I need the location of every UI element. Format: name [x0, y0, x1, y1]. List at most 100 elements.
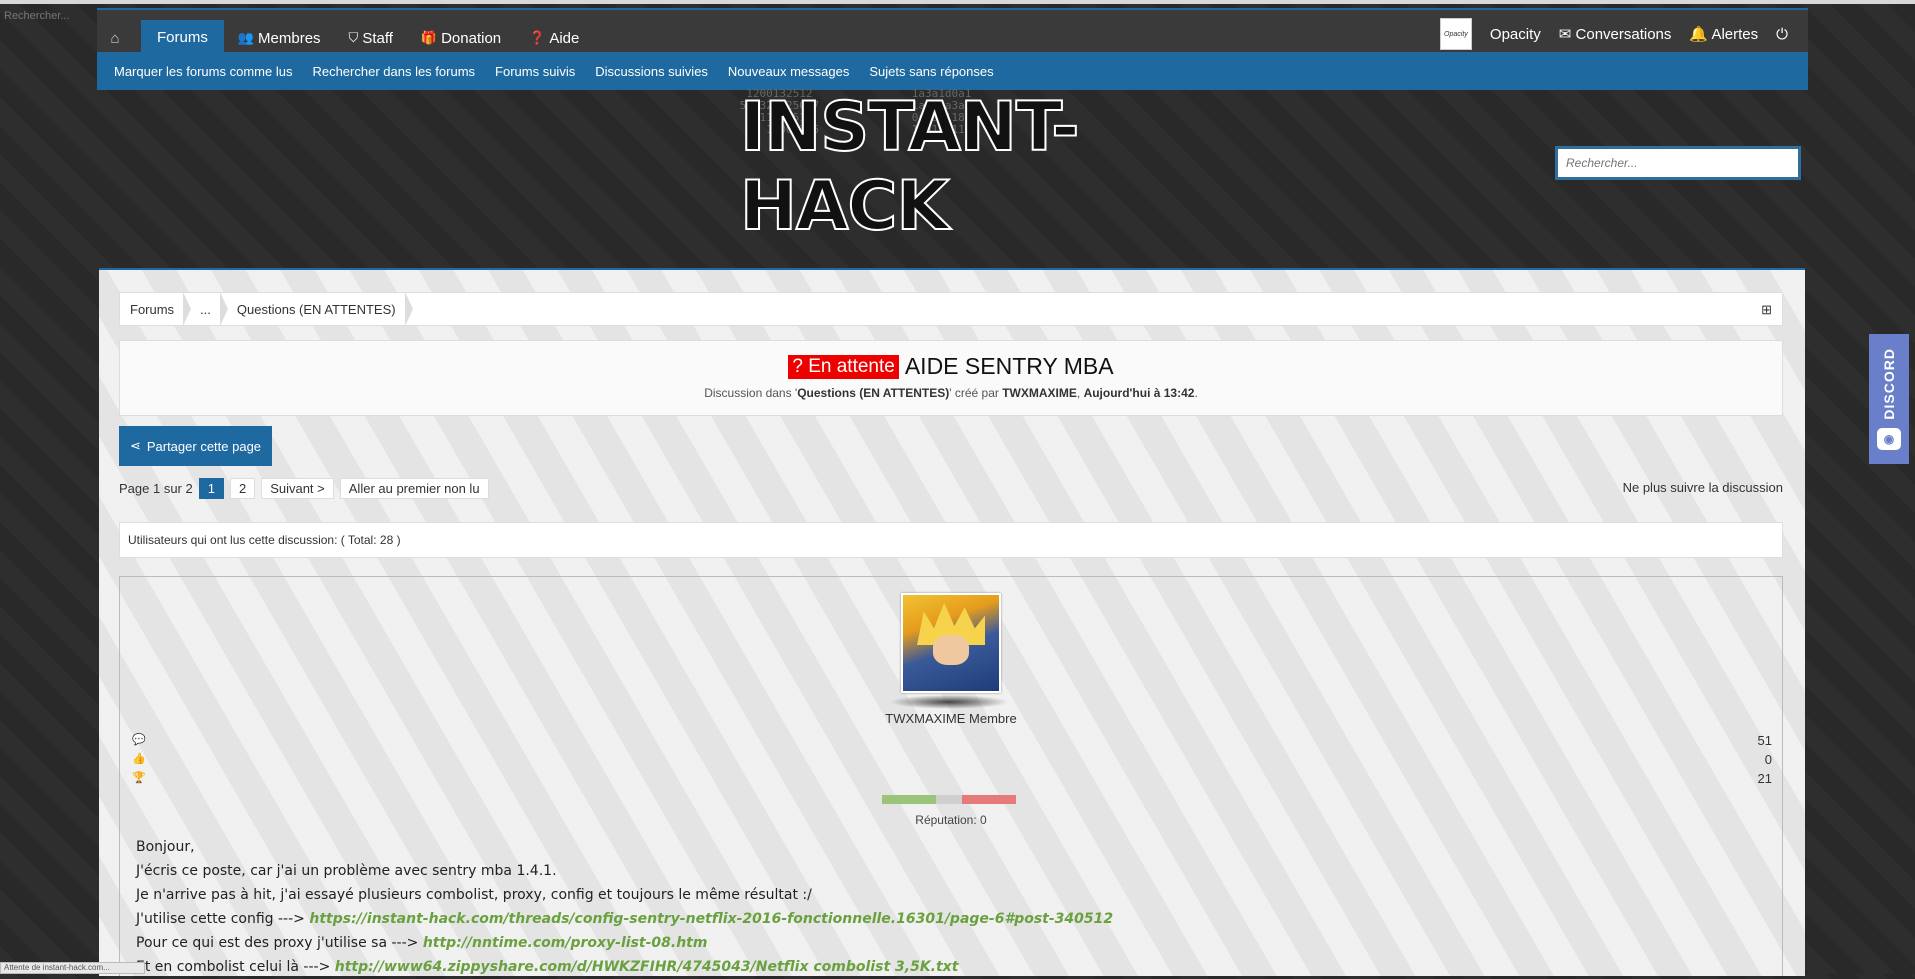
subnav-search-forums[interactable]: Rechercher dans les forums [312, 64, 475, 79]
avatar-shadow [889, 695, 1009, 709]
forums-subnav: Marquer les forums comme lus Rechercher … [97, 52, 1808, 90]
alerts-label: Alertes [1711, 26, 1759, 43]
discord-label: DISCORD [1881, 348, 1897, 420]
conversations-label: Conversations [1575, 26, 1672, 43]
meta-prefix: Discussion dans ' [704, 386, 798, 400]
members-icon: 👥 [237, 30, 255, 45]
likes-icon: 👍 [132, 753, 146, 765]
next-page-link[interactable]: Suivant > [261, 478, 334, 499]
post-line: J'écris ce poste, car j'ai un problème a… [136, 863, 557, 879]
subnav-followed-threads[interactable]: Discussions suivies [595, 64, 708, 79]
ghost-label: Rechercher... [4, 10, 70, 22]
post-body: Bonjour, J'écris ce poste, car j'ai un p… [136, 835, 1113, 979]
stat-icons: 💬 👍 🏆 [132, 731, 146, 788]
conversations-link[interactable]: ✉ Conversations [1559, 25, 1672, 43]
search-field[interactable] [1555, 146, 1801, 180]
proxy-link[interactable]: http://nntime.com/proxy-list-08.htm [423, 935, 708, 951]
post-message: TWXMAXIME Membre 💬 👍 🏆 51 0 21 Réputatio… [119, 576, 1783, 976]
page-indicator: Page 1 sur 2 [119, 481, 193, 496]
meta-mid: ' créé par [949, 386, 1003, 400]
post-author-line: TWXMAXIME Membre [120, 711, 1782, 726]
post-author-name[interactable]: TWXMAXIME [885, 711, 965, 726]
logout-icon[interactable]: ⏻ [1776, 26, 1788, 43]
browser-top-strip [0, 0, 1915, 4]
bell-icon: 🔔 [1689, 26, 1709, 43]
sitemap-icon[interactable]: ⊞ [1761, 302, 1772, 318]
nav-tab-staff[interactable]: ⛉ Staff [335, 22, 407, 54]
user-name-link[interactable]: Opacity [1490, 26, 1541, 43]
post-author-avatar[interactable] [901, 593, 1001, 693]
post-line: Et en combolist celui là ---> http://www… [136, 955, 1113, 979]
subnav-unanswered[interactable]: Sujets sans réponses [869, 64, 993, 79]
post-author-role: Membre [969, 711, 1017, 726]
thread-title: AIDE SENTRY MBA [904, 353, 1114, 379]
discord-widget-tab[interactable]: DISCORD ◉ [1869, 334, 1909, 464]
main-navbar: ⌂ Forums 👥 Membres ⛉ Staff 🎁 Donation ❓ Aide… [97, 8, 1808, 54]
messages-icon: 💬 [132, 734, 146, 746]
nav-left: ⌂ Forums 👥 Membres ⛉ Staff 🎁 Donation ❓ Aide [97, 10, 593, 54]
logo-text: INSTANT-HACK [739, 87, 1080, 247]
site-logo[interactable]: 1200132512 1a3a1d0a1 501326125017 1a3a1a… [680, 87, 1240, 247]
nav-tab-membres[interactable]: 👥 Membres [224, 22, 335, 54]
meta-author-link[interactable]: TWXMAXIME [1002, 386, 1077, 400]
first-unread-link[interactable]: Aller au premier non lu [339, 478, 489, 499]
reputation-neutral [936, 795, 962, 804]
browser-status-bar: Attente de instant-hack.com... [0, 962, 145, 974]
reputation-bar [882, 795, 1016, 804]
nav-label: Donation [441, 29, 502, 47]
envelope-icon: ✉ [1558, 26, 1572, 43]
trophies-count: 21 [1757, 771, 1772, 786]
nav-tab-donation[interactable]: 🎁 Donation [407, 22, 515, 54]
nav-label: Membres [258, 29, 321, 47]
nav-label: Aide [549, 29, 580, 47]
post-line-text: Pour ce qui est des proxy j'utilise sa -… [136, 935, 423, 951]
nav-label: Staff [362, 29, 393, 47]
meta-forum-link[interactable]: Questions (EN ATTENTES) [797, 386, 949, 400]
meta-sep: , [1076, 386, 1084, 400]
breadcrumb-questions[interactable]: Questions (EN ATTENTES) [227, 292, 413, 326]
share-label: Partager cette page [146, 438, 262, 454]
breadcrumb-ellipsis[interactable]: ... [190, 292, 228, 326]
alerts-link[interactable]: 🔔 Alertes [1689, 25, 1758, 43]
breadcrumb-forums[interactable]: Forums [120, 292, 192, 326]
unfollow-thread-link[interactable]: Ne plus suivre la discussion [1623, 480, 1783, 495]
subnav-new-posts[interactable]: Nouveaux messages [728, 64, 849, 79]
post-line-text: J'utilise cette config ---> [136, 911, 310, 927]
gift-icon: 🎁 [420, 30, 438, 45]
post-line-text: Et en combolist celui là ---> [136, 959, 335, 975]
subnav-mark-read[interactable]: Marquer les forums comme lus [114, 64, 292, 79]
share-icon: ⋖ [129, 438, 141, 453]
thread-readers-box: Utilisateurs qui ont lus cette discussio… [119, 522, 1783, 558]
avatar-face-shape [933, 635, 969, 665]
config-link[interactable]: https://instant-hack.com/threads/config-… [309, 911, 1113, 927]
home-icon[interactable]: ⌂ [97, 22, 133, 54]
reputation-label: Réputation: 0 [915, 813, 987, 827]
post-line: J'utilise cette config ---> https://inst… [136, 907, 1113, 931]
combolist-link[interactable]: http://www64.zippyshare.com/d/HWKZFIHR/4… [335, 959, 959, 975]
nav-right: Opacity Opacity ✉ Conversations 🔔 Alerte… [1439, 14, 1788, 54]
messages-count: 51 [1757, 733, 1772, 748]
trophy-icon: 🏆 [132, 772, 146, 784]
user-avatar[interactable]: Opacity [1439, 18, 1472, 50]
page-1-link[interactable]: 1 [198, 478, 224, 499]
nav-tab-aide[interactable]: ❓ Aide [515, 22, 593, 54]
help-icon: ❓ [529, 30, 546, 45]
subnav-followed-forums[interactable]: Forums suivis [495, 64, 575, 79]
search-input[interactable] [1558, 149, 1798, 177]
thread-title-box: ? En attente AIDE SENTRY MBA Discussion … [119, 340, 1783, 416]
main-content: Forums ... Questions (EN ATTENTES) ⊞ ? E… [99, 268, 1805, 976]
meta-date: Aujourd'hui à 13:42 [1083, 386, 1195, 400]
page-navigation: Page 1 sur 2 1 2 Suivant > Aller au prem… [119, 478, 489, 499]
nav-tab-forums[interactable]: Forums [141, 20, 224, 54]
page-2-link[interactable]: 2 [229, 478, 256, 499]
thread-meta: Discussion dans 'Questions (EN ATTENTES)… [120, 386, 1782, 400]
post-line: Je n'arrive pas à hit, j'ai essayé plusi… [136, 887, 812, 903]
likes-count: 0 [1764, 752, 1772, 767]
thread-title-line: ? En attente AIDE SENTRY MBA [120, 353, 1782, 380]
discord-icon: ◉ [1877, 427, 1901, 450]
reputation-positive [882, 795, 936, 804]
share-page-button[interactable]: ⋖ Partager cette page [119, 426, 272, 466]
post-line: Bonjour, [136, 839, 195, 855]
thread-prefix-badge: ? En attente [788, 354, 899, 379]
post-line: Pour ce qui est des proxy j'utilise sa -… [136, 931, 1113, 955]
